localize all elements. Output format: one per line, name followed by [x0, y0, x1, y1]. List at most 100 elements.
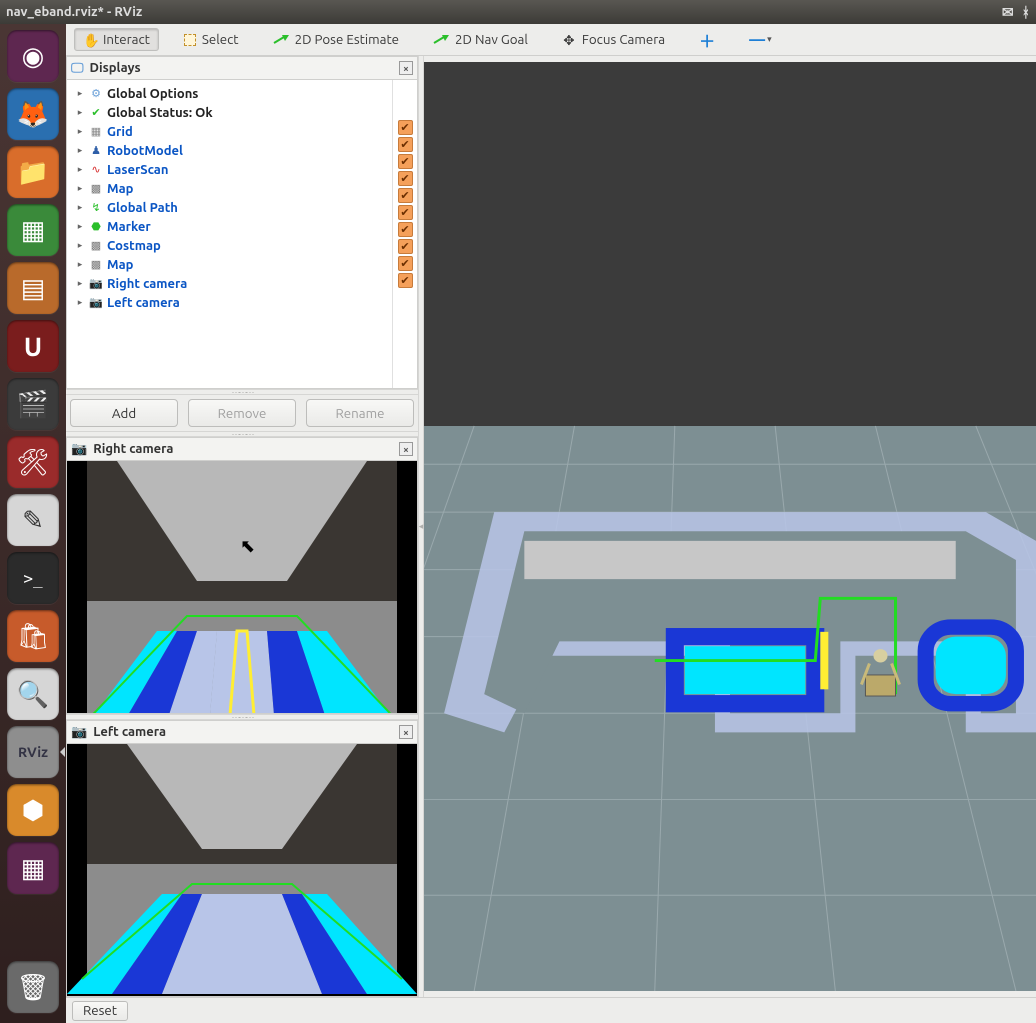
pose-estimate-label: 2D Pose Estimate	[295, 32, 399, 47]
left-camera-title: Left camera	[93, 725, 166, 739]
unity-launcher: ◉ 🦊 📁 ▦ ▤ U 🎬 🛠 ✎ >_ 🛍 🔍 RViz ⬢ ▦ 🗑	[0, 24, 66, 1023]
path-icon: ↯	[89, 201, 103, 215]
right-camera-view[interactable]: ⬉	[66, 461, 418, 714]
displays-panel-body: ▸⚙Global Options ▸✔Global Status: Ok ▸▦G…	[66, 80, 418, 389]
launcher-firefox[interactable]: 🦊	[7, 88, 59, 140]
right-camera-panel-header[interactable]: 📷 Right camera ×	[66, 437, 418, 461]
tree-item-map[interactable]: ▸▩Map	[69, 179, 390, 198]
checkbox-map-2[interactable]: ✔	[398, 239, 413, 254]
select-tool-button[interactable]: Select	[175, 28, 248, 51]
tree-item-robotmodel[interactable]: ▸♟RobotModel	[69, 141, 390, 160]
tree-item-map-2[interactable]: ▸▩Map	[69, 255, 390, 274]
displays-tree[interactable]: ▸⚙Global Options ▸✔Global Status: Ok ▸▦G…	[67, 80, 393, 388]
map-icon: ▩	[89, 239, 103, 253]
remove-tool-button[interactable]: —▾	[740, 27, 781, 53]
checkbox-global-path[interactable]: ✔	[398, 188, 413, 203]
left-camera-panel-header[interactable]: 📷 Left camera ×	[66, 720, 418, 744]
rviz-toolbar: ✋ Interact Select 2D Pose Estimate 2D Na…	[66, 24, 1036, 56]
nav-goal-tool-button[interactable]: 2D Nav Goal	[424, 28, 537, 51]
left-camera-view[interactable]	[66, 744, 418, 997]
laser-icon: ∿	[89, 163, 103, 177]
grid-icon: ▦	[89, 125, 103, 139]
displays-panel-header[interactable]: 🖵 Displays ×	[66, 56, 418, 80]
check-icon: ✔	[89, 106, 103, 120]
hand-icon: ✋	[83, 33, 97, 47]
minus-icon: —	[749, 31, 765, 49]
camera-icon: 📷	[89, 296, 103, 310]
checkbox-marker[interactable]: ✔	[398, 205, 413, 220]
gear-icon: ⚙	[89, 87, 103, 101]
bluetooth-indicator-icon[interactable]: ᚼ	[1022, 4, 1030, 20]
launcher-settings[interactable]: 🛠	[7, 436, 59, 488]
main-3d-view[interactable]	[424, 62, 1036, 991]
pose-estimate-tool-button[interactable]: 2D Pose Estimate	[264, 28, 408, 51]
displays-title: Displays	[90, 61, 141, 75]
tree-item-grid[interactable]: ▸▦Grid	[69, 122, 390, 141]
camera-icon: 📷	[71, 442, 87, 457]
remove-button[interactable]: Remove	[188, 399, 296, 427]
right-camera-title: Right camera	[93, 442, 173, 456]
launcher-software[interactable]: 🛍	[7, 610, 59, 662]
close-icon[interactable]: ×	[399, 725, 413, 739]
close-icon[interactable]: ×	[399, 61, 413, 75]
map-icon: ▩	[89, 258, 103, 272]
checkbox-robotmodel[interactable]: ✔	[398, 137, 413, 152]
checkbox-right-camera[interactable]: ✔	[398, 256, 413, 271]
window-title: nav_eband.rviz* - RViz	[6, 5, 142, 19]
add-button[interactable]: Add	[70, 399, 178, 427]
tree-item-global-path[interactable]: ▸↯Global Path	[69, 198, 390, 217]
close-icon[interactable]: ×	[399, 442, 413, 456]
plus-icon: ＋	[699, 28, 715, 52]
checkbox-laserscan[interactable]: ✔	[398, 154, 413, 169]
launcher-dash[interactable]: ◉	[7, 30, 59, 82]
map-icon: ▩	[89, 182, 103, 196]
rename-button[interactable]: Rename	[306, 399, 414, 427]
launcher-trash[interactable]: 🗑	[7, 961, 59, 1013]
robot-icon: ♟	[89, 144, 103, 158]
tree-item-right-camera[interactable]: ▸📷Right camera	[69, 274, 390, 293]
checkbox-map[interactable]: ✔	[398, 171, 413, 186]
window-titlebar: nav_eband.rviz* - RViz ✉ ᚼ	[0, 0, 1036, 24]
arrow-green-icon	[433, 35, 449, 45]
mail-indicator-icon[interactable]: ✉	[1002, 4, 1014, 21]
launcher-files[interactable]: 📁	[7, 146, 59, 198]
launcher-rviz[interactable]: RViz	[7, 726, 59, 778]
launcher-search[interactable]: 🔍	[7, 668, 59, 720]
launcher-gedit[interactable]: ✎	[7, 494, 59, 546]
launcher-workspace[interactable]: ▦	[7, 842, 59, 894]
reset-button[interactable]: Reset	[72, 1001, 128, 1021]
displays-check-column: ✔ ✔ ✔ ✔ ✔ ✔ ✔ ✔ ✔ ✔	[393, 80, 417, 388]
focus-camera-label: Focus Camera	[582, 32, 665, 47]
interact-label: Interact	[103, 32, 150, 47]
select-rect-icon	[184, 34, 196, 46]
add-tool-button[interactable]: ＋	[690, 24, 724, 56]
tree-item-costmap[interactable]: ▸▩Costmap	[69, 236, 390, 255]
launcher-video[interactable]: 🎬	[7, 378, 59, 430]
chevron-down-icon: ▾	[767, 34, 772, 45]
launcher-terminal[interactable]: >_	[7, 552, 59, 604]
displays-button-row: Add Remove Rename	[66, 395, 418, 431]
launcher-gazebo[interactable]: ⬢	[7, 784, 59, 836]
tree-item-global-options[interactable]: ▸⚙Global Options	[69, 84, 390, 103]
interact-tool-button[interactable]: ✋ Interact	[74, 28, 159, 51]
checkbox-costmap[interactable]: ✔	[398, 222, 413, 237]
status-bar: Reset	[66, 997, 1036, 1023]
nav-goal-label: 2D Nav Goal	[455, 32, 528, 47]
checkbox-left-camera[interactable]: ✔	[398, 273, 413, 288]
tree-item-laserscan[interactable]: ▸∿LaserScan	[69, 160, 390, 179]
marker-icon: ⬣	[89, 220, 103, 234]
launcher-impress[interactable]: ▤	[7, 262, 59, 314]
tree-item-global-status[interactable]: ▸✔Global Status: Ok	[69, 103, 390, 122]
select-label: Select	[202, 32, 239, 47]
tree-item-left-camera[interactable]: ▸📷Left camera	[69, 293, 390, 312]
arrow-green-icon	[273, 35, 289, 45]
checkbox-grid[interactable]: ✔	[398, 120, 413, 135]
focus-camera-tool-button[interactable]: ✥ Focus Camera	[553, 28, 674, 51]
crosshair-icon: ✥	[562, 33, 576, 47]
camera-icon: 📷	[89, 277, 103, 291]
camera-icon: 📷	[71, 725, 87, 740]
launcher-calc[interactable]: ▦	[7, 204, 59, 256]
tree-item-marker[interactable]: ▸⬣Marker	[69, 217, 390, 236]
monitor-icon: 🖵	[71, 61, 84, 76]
launcher-ubuntu-one[interactable]: U	[7, 320, 59, 372]
